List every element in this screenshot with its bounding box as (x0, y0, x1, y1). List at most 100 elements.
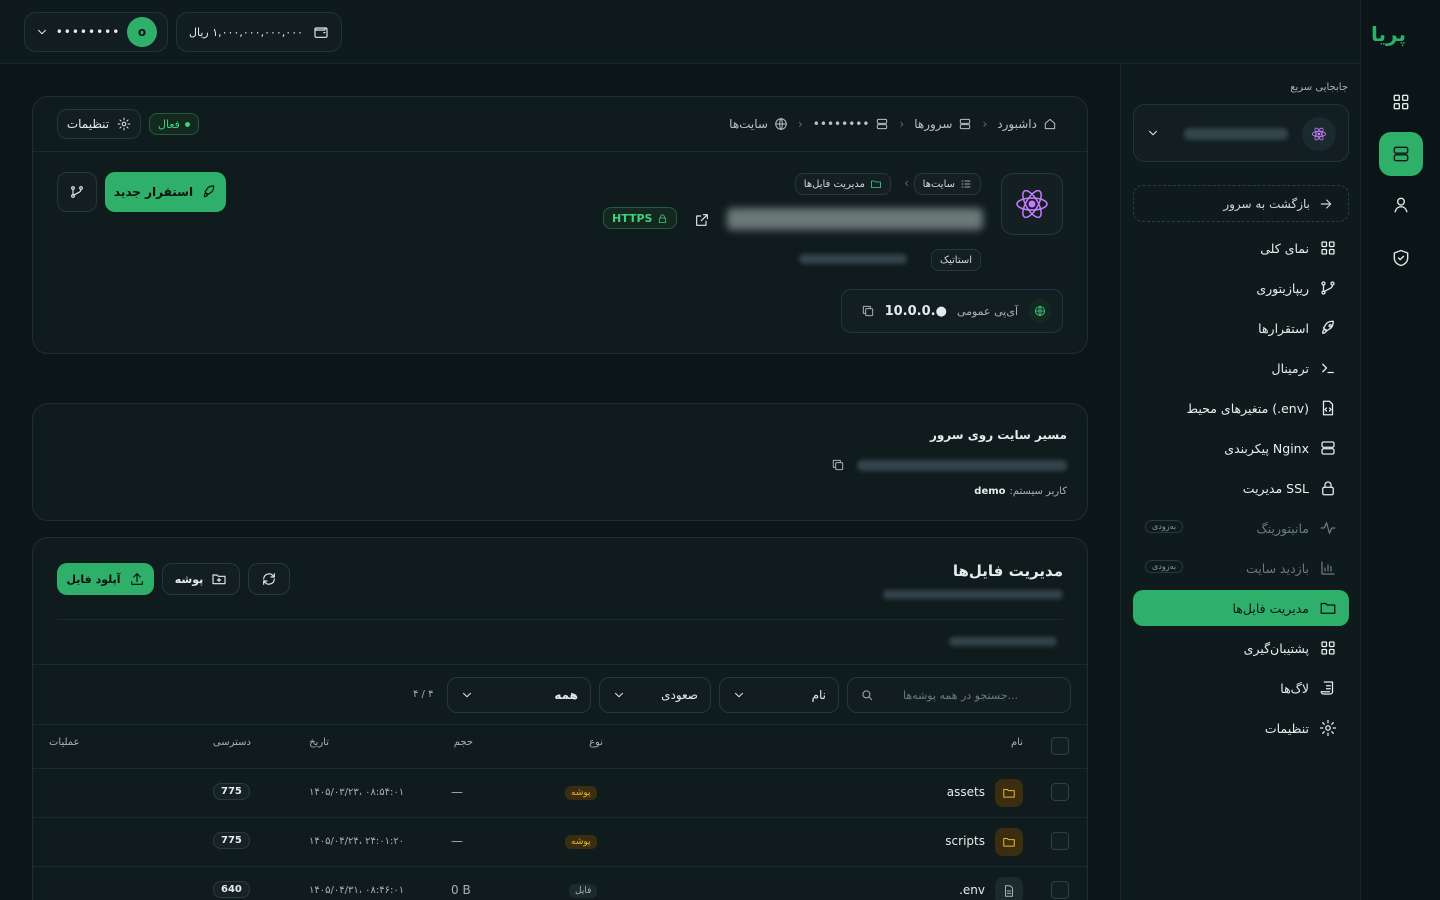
item-count: ۴ / ۴ (413, 689, 434, 700)
file-size: — (451, 834, 463, 848)
folder-icon (995, 779, 1023, 807)
logo[interactable]: پریا (1371, 22, 1407, 46)
wallet-balance[interactable]: ۱,۰۰۰,۰۰۰,۰۰۰,۰۰۰ ریال (176, 12, 342, 52)
copy-icon[interactable] (861, 304, 875, 318)
sort-order-select[interactable]: صعودی (599, 677, 711, 713)
chevron-down-icon (735, 692, 743, 698)
breadcrumb-label: •••••••• (812, 117, 870, 131)
table-row[interactable]: assets پوشه — ۱۴۰۵/۰۳/۲۳، ۰۸:۵۴:۰۱ 775 (33, 768, 1087, 817)
back-to-server-link[interactable]: بازگشت به سرور (1133, 185, 1349, 222)
header-divider (33, 151, 1087, 152)
bar-chart-icon (1321, 561, 1335, 575)
file-name[interactable]: scripts (945, 834, 985, 848)
open-site-button[interactable] (689, 207, 715, 233)
quick-switch-select[interactable] (1133, 104, 1349, 162)
back-to-server-label: بازگشت به سرور (1223, 196, 1310, 211)
public-ip-box: 10.0.0.● آی‌پی عمومی (841, 289, 1063, 333)
file-date: ۱۴۰۵/۰۴/۲۴، ۲۴:۰۱:۲۰ (309, 836, 405, 847)
branch-button[interactable] (57, 172, 97, 212)
user-menu[interactable]: •••••••• o (24, 12, 168, 52)
file-size: — (451, 785, 463, 799)
rail-dashboard-button[interactable] (1379, 80, 1423, 124)
search-input[interactable]: جستجو در همه پوشه‌ها... (847, 677, 1071, 713)
column-name: نام (1010, 737, 1023, 748)
table-row[interactable]: .env فایل 0 B ۱۴۰۵/۰۴/۳۱، ۰۸:۴۶:۰۱ 640 (33, 866, 1087, 900)
nav-ssl[interactable]: مدیریت SSL (1133, 470, 1349, 506)
upload-file-button[interactable]: آپلود فایل (57, 563, 154, 595)
table-row[interactable]: scripts پوشه — ۱۴۰۵/۰۴/۲۴، ۲۴:۰۱:۲۰ 775 (33, 817, 1087, 866)
new-folder-button[interactable]: پوشه (162, 563, 240, 595)
public-ip-label: آی‌پی عمومی (956, 304, 1018, 318)
nav-overview[interactable]: نمای کلی (1133, 230, 1349, 266)
nav-monitoring: به‌زودی مانیتورینگ (1133, 510, 1349, 546)
nav-repository[interactable]: ریپازیتوری (1133, 270, 1349, 306)
env-file-icon (1322, 400, 1334, 416)
row-checkbox[interactable] (1051, 832, 1069, 850)
settings-button[interactable]: تنظیمات (57, 109, 141, 139)
home-icon (1044, 118, 1056, 130)
breadcrumb-separator: ‹ (797, 117, 803, 131)
row-checkbox[interactable] (1051, 881, 1069, 899)
files-path-redacted (883, 590, 1063, 599)
status-badge: فعال (149, 113, 199, 135)
nav-nginx-config[interactable]: پیکربندی Nginx (1133, 430, 1349, 466)
file-size: 0 B (451, 883, 471, 897)
nav-terminal[interactable]: ترمینال (1133, 350, 1349, 386)
new-deploy-button[interactable]: استقرار جدید (105, 172, 226, 212)
breadcrumb-dashboard[interactable]: داشبورد (997, 117, 1057, 131)
external-link-icon (696, 214, 708, 226)
filter-select[interactable]: همه (447, 677, 591, 713)
file-name[interactable]: .env (959, 883, 985, 897)
file-name[interactable]: assets (947, 785, 985, 799)
chevron-down-icon (615, 692, 623, 698)
rail-profile-button[interactable] (1379, 183, 1423, 227)
breadcrumb-server[interactable]: •••••••• (813, 117, 890, 131)
column-actions: عملیات (49, 737, 80, 748)
column-size: حجم (453, 737, 473, 748)
nav-label: استقرارها (1258, 320, 1309, 336)
list-icon (961, 180, 971, 188)
search-placeholder: جستجو در همه پوشه‌ها... (903, 688, 1018, 702)
lock-icon (1322, 481, 1334, 496)
chip-file-manager[interactable]: مدیریت فایل‌ها (794, 173, 891, 195)
files-divider (57, 619, 1063, 620)
nav-env-variables[interactable]: متغیرهای محیط (.env) (1133, 390, 1349, 426)
copy-icon[interactable] (831, 458, 845, 472)
rail-servers-button[interactable] (1379, 132, 1423, 176)
react-icon (1016, 189, 1048, 219)
files-title: مدیریت فایل‌ها (952, 562, 1063, 580)
nav-settings[interactable]: تنظیمات (1133, 710, 1349, 746)
file-icon (995, 877, 1023, 900)
avatar: o (127, 17, 157, 47)
breadcrumb-separator: ‹ (982, 117, 988, 131)
select-all-checkbox[interactable] (1051, 737, 1069, 755)
nav-label: تنظیمات (1264, 720, 1309, 736)
globe-icon (1028, 299, 1052, 323)
sort-field-select[interactable]: نام (719, 677, 839, 713)
files-table: نام نوع حجم تاریخ دسترسی عملیات assets پ… (33, 725, 1087, 900)
search-icon (862, 690, 873, 701)
row-checkbox[interactable] (1051, 783, 1069, 801)
refresh-button[interactable] (248, 563, 290, 595)
chip-label: سایت‌ها (922, 178, 955, 190)
folder-icon (871, 180, 881, 188)
upload-icon (130, 573, 143, 585)
type-badge: فایل (569, 884, 598, 898)
breadcrumb-servers[interactable]: سرورها (914, 117, 972, 131)
server-icon (1321, 441, 1335, 455)
nav-backup[interactable]: پشتیبان‌گیری (1133, 630, 1349, 666)
site-sidebar: جابجایی سریع بازگشت به سرور نمای کلی ریپ… (1120, 64, 1360, 900)
breadcrumb-label: سرورها (914, 117, 953, 131)
breadcrumb-sites[interactable]: سایت‌ها (729, 117, 788, 131)
public-ip-value: 10.0.0.● (884, 303, 947, 319)
user-icon (1394, 197, 1408, 213)
https-label: HTTPS (612, 211, 653, 225)
arrow-right-icon (1320, 198, 1332, 209)
nav-deployments[interactable]: استقرارها (1133, 310, 1349, 346)
breadcrumb-label: داشبورد (997, 117, 1037, 131)
nav-file-manager[interactable]: مدیریت فایل‌ها (1133, 590, 1349, 626)
rail-security-button[interactable] (1379, 236, 1423, 280)
chip-sites[interactable]: سایت‌ها (913, 173, 981, 195)
nav-logs[interactable]: لاگ‌ها (1133, 670, 1349, 706)
https-badge: HTTPS (603, 207, 678, 229)
